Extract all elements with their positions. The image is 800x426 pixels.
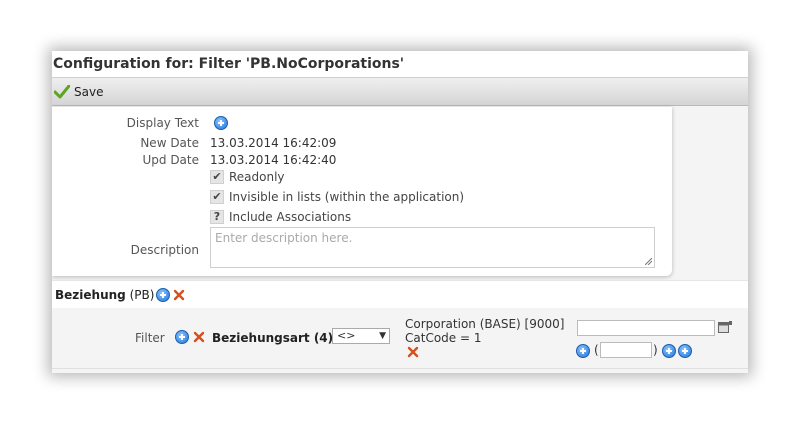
relation-name: Beziehung (PB) <box>55 288 154 302</box>
toolbar: Save <box>52 78 748 106</box>
display-text-label: Display Text <box>126 116 199 130</box>
upd-date-label: Upd Date <box>142 153 199 167</box>
config-window: Configuration for: Filter 'PB.NoCorporat… <box>52 51 748 373</box>
invisible-checkbox[interactable]: ✔ <box>210 190 224 204</box>
invisible-label: Invisible in lists (within the applicati… <box>229 190 465 204</box>
filter-value-line1: Corporation (BASE) [9000] <box>405 317 565 331</box>
filter-row: Filter Beziehungsart (4) <> ▼ Corporatio… <box>52 308 748 369</box>
include-associations-checkbox[interactable]: ? <box>210 210 224 224</box>
calendar-picker-icon[interactable] <box>718 321 732 334</box>
operator-value: <> <box>337 329 356 342</box>
save-button-label: Save <box>74 85 104 99</box>
add-filter-icon[interactable] <box>175 330 189 344</box>
filter-label: Filter <box>135 331 165 345</box>
window-title: Configuration for: Filter 'PB.NoCorporat… <box>53 56 405 72</box>
remove-relation-icon[interactable] <box>173 289 185 301</box>
window-title-bar: Configuration for: Filter 'PB.NoCorporat… <box>52 51 748 78</box>
include-associations-label: Include Associations <box>229 210 352 224</box>
remove-value-icon[interactable] <box>407 346 419 358</box>
form-panel: Display Text New Date 13.03.2014 16:42:0… <box>52 107 672 276</box>
paren-close: ) <box>653 343 658 357</box>
chevron-down-icon: ▼ <box>379 331 386 341</box>
filter-value-line2: CatCode = 1 <box>405 331 482 345</box>
remove-filter-icon[interactable] <box>193 331 205 343</box>
upd-date-value: 13.03.2014 16:42:40 <box>210 153 337 167</box>
new-date-value: 13.03.2014 16:42:09 <box>210 136 337 150</box>
description-label: Description <box>130 243 199 257</box>
add-value-icon[interactable] <box>576 344 590 358</box>
readonly-label: Readonly <box>229 170 285 184</box>
resize-grip-icon[interactable] <box>645 258 652 265</box>
value-input[interactable] <box>577 320 715 336</box>
group-input[interactable] <box>600 342 652 358</box>
operator-select[interactable]: <> ▼ <box>332 328 390 344</box>
add-relation-icon[interactable] <box>156 288 170 302</box>
relation-suffix: (PB) <box>129 288 155 302</box>
add-subgroup-icon[interactable] <box>678 344 692 358</box>
add-group-icon[interactable] <box>662 344 676 358</box>
paren-open: ( <box>594 343 599 357</box>
save-button[interactable]: Save <box>54 83 103 101</box>
relation-row: Beziehung (PB) <box>52 280 748 309</box>
filter-field-name: Beziehungsart (4) <box>212 331 334 345</box>
description-placeholder: Enter description here. <box>215 231 353 245</box>
new-date-label: New Date <box>140 136 199 150</box>
relation-title: Beziehung <box>55 288 126 302</box>
description-field[interactable]: Enter description here. <box>210 227 655 268</box>
readonly-checkbox[interactable]: ✔ <box>210 170 224 184</box>
checkmark-icon <box>54 85 70 99</box>
add-display-text-icon[interactable] <box>214 116 228 130</box>
